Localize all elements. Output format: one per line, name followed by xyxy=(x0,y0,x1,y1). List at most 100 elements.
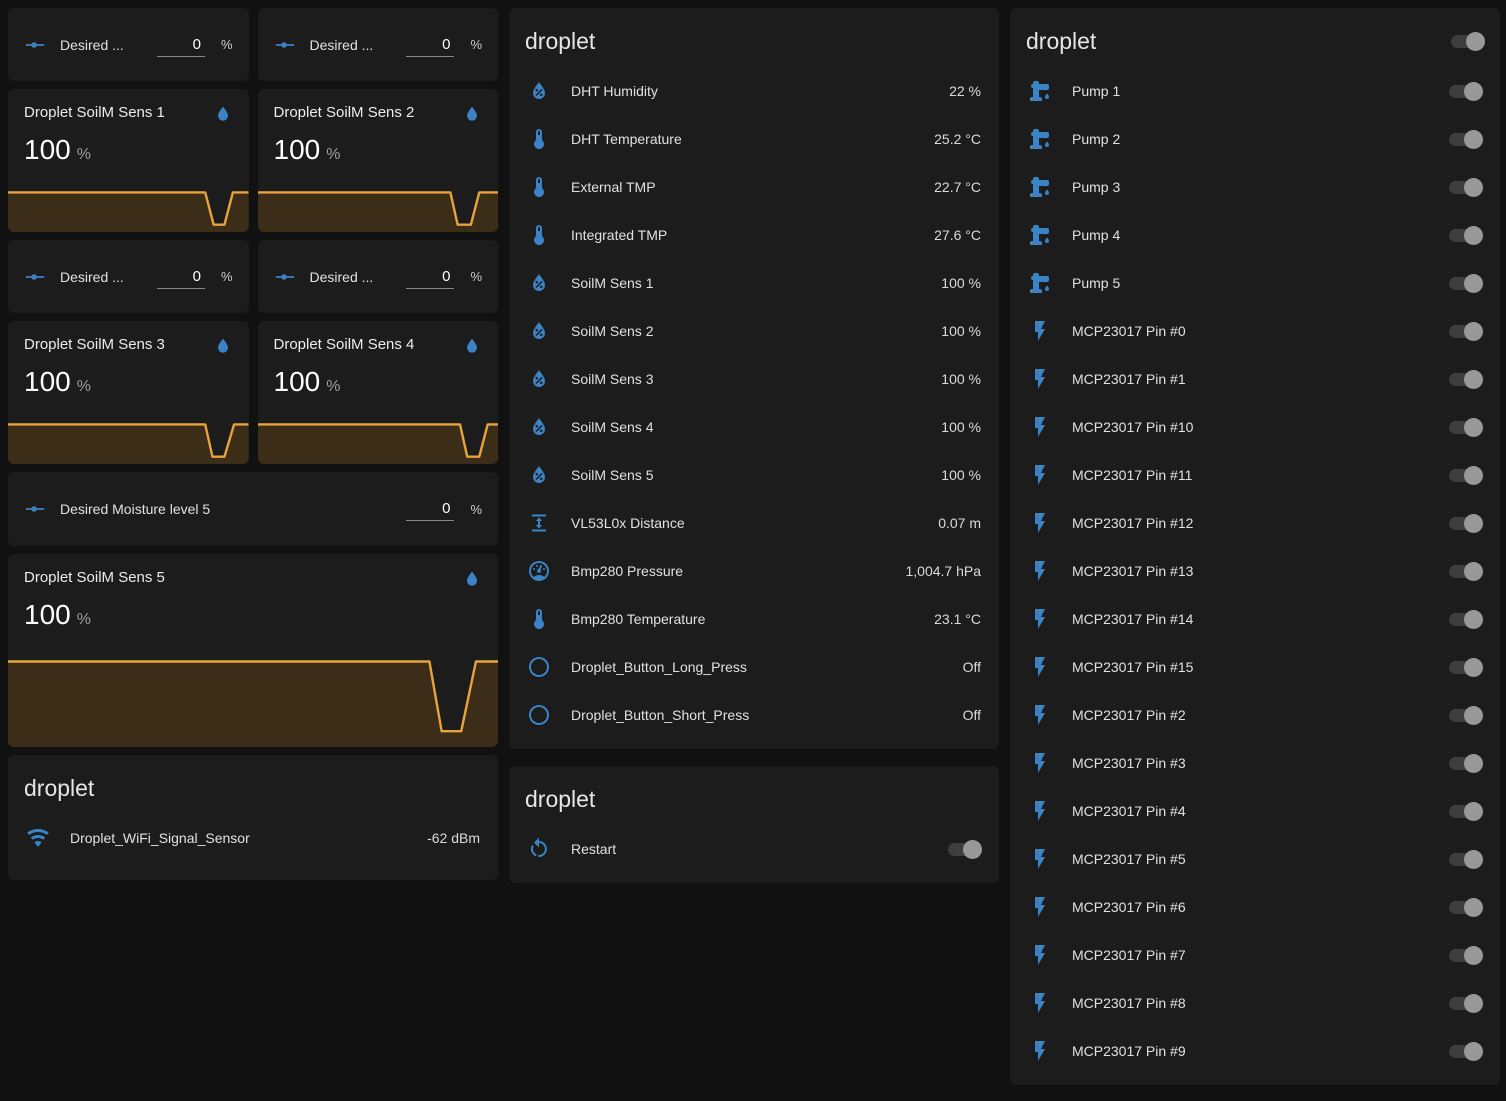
entity-row[interactable]: DHT Humidity22 % xyxy=(509,67,999,115)
entity-row[interactable]: MCP23017 Pin #10 xyxy=(1010,403,1500,451)
entity-name: Bmp280 Pressure xyxy=(571,563,885,579)
entity-row[interactable]: SoilM Sens 1100 % xyxy=(509,259,999,307)
entity-row[interactable]: SoilM Sens 3100 % xyxy=(509,355,999,403)
history-sparkline xyxy=(8,420,249,464)
toggle-switch[interactable] xyxy=(1449,709,1482,722)
entity-row[interactable]: Pump 2 xyxy=(1010,115,1500,163)
entity-row[interactable]: MCP23017 Pin #2 xyxy=(1010,691,1500,739)
toggle-knob xyxy=(1464,514,1483,533)
entity-row[interactable]: SoilM Sens 5100 % xyxy=(509,451,999,499)
toggle-switch[interactable] xyxy=(1449,517,1482,530)
entity-row[interactable]: MCP23017 Pin #1 xyxy=(1010,355,1500,403)
entity-name: MCP23017 Pin #11 xyxy=(1072,467,1429,483)
entity-row[interactable]: MCP23017 Pin #8 xyxy=(1010,979,1500,1027)
entity-row[interactable]: DHT Temperature25.2 °C xyxy=(509,115,999,163)
toggle-switch[interactable] xyxy=(1449,229,1482,242)
entity-row[interactable]: MCP23017 Pin #3 xyxy=(1010,739,1500,787)
entity-row[interactable]: MCP23017 Pin #7 xyxy=(1010,931,1500,979)
entity-row[interactable]: Bmp280 Pressure1,004.7 hPa xyxy=(509,547,999,595)
entity-row[interactable]: Bmp280 Temperature23.1 °C xyxy=(509,595,999,643)
toggle-switch[interactable] xyxy=(1449,421,1482,434)
entity-row[interactable]: Pump 4 xyxy=(1010,211,1500,259)
soil-sensor-card-1[interactable]: Droplet SoilM Sens 1 100 % xyxy=(8,89,249,232)
toggle-switch[interactable] xyxy=(1449,133,1482,146)
thermometer-icon xyxy=(527,127,551,151)
desired-moisture-input-3[interactable] xyxy=(157,265,205,289)
toggle-switch[interactable] xyxy=(1449,469,1482,482)
soil-sensor-card-2[interactable]: Droplet SoilM Sens 2 100 % xyxy=(258,89,499,232)
flash-icon xyxy=(1028,751,1052,775)
entity-row[interactable]: SoilM Sens 2100 % xyxy=(509,307,999,355)
entity-row[interactable]: MCP23017 Pin #11 xyxy=(1010,451,1500,499)
entity-row[interactable]: Pump 5 xyxy=(1010,259,1500,307)
toggle-switch[interactable] xyxy=(1449,661,1482,674)
entity-name: Pump 3 xyxy=(1072,179,1429,195)
entity-row[interactable]: MCP23017 Pin #0 xyxy=(1010,307,1500,355)
sensor-title: Droplet SoilM Sens 5 xyxy=(24,569,165,586)
soil-sensor-card-5[interactable]: Droplet SoilM Sens 5 100 % xyxy=(8,554,498,747)
entity-row[interactable]: Droplet_Button_Short_PressOff xyxy=(509,691,999,739)
toggle-switch[interactable] xyxy=(1449,853,1482,866)
middle-column: droplet DHT Humidity22 %DHT Temperature2… xyxy=(509,8,999,1085)
flash-icon xyxy=(1028,463,1052,487)
desired-moisture-input-4[interactable] xyxy=(406,265,454,289)
entity-row[interactable]: Droplet_WiFi_Signal_Sensor-62 dBm xyxy=(8,814,498,862)
entity-row[interactable]: Pump 1 xyxy=(1010,67,1500,115)
toggle-switch[interactable] xyxy=(1449,373,1482,386)
water-percent-icon xyxy=(527,367,551,391)
toggle-switch[interactable] xyxy=(1449,181,1482,194)
wifi-list: Droplet_WiFi_Signal_Sensor-62 dBm xyxy=(8,814,498,872)
entity-row[interactable]: Integrated TMP27.6 °C xyxy=(509,211,999,259)
entity-row[interactable]: Pump 3 xyxy=(1010,163,1500,211)
entity-row[interactable]: MCP23017 Pin #5 xyxy=(1010,835,1500,883)
water-drop-icon xyxy=(213,336,233,356)
soil-sensor-card-3[interactable]: Droplet SoilM Sens 3 100 % xyxy=(8,321,249,464)
history-sparkline xyxy=(8,652,498,747)
desired-moisture-card-1: Desired ... % xyxy=(8,8,249,81)
entity-row[interactable]: MCP23017 Pin #6 xyxy=(1010,883,1500,931)
toggle-switch[interactable] xyxy=(1449,565,1482,578)
desired-moisture-input-1[interactable] xyxy=(157,33,205,57)
entity-row[interactable]: External TMP22.7 °C xyxy=(509,163,999,211)
entity-row[interactable]: Restart xyxy=(509,825,999,873)
entity-row[interactable]: MCP23017 Pin #13 xyxy=(1010,547,1500,595)
entity-name: DHT Humidity xyxy=(571,83,929,99)
flash-icon xyxy=(1028,415,1052,439)
toggle-switch[interactable] xyxy=(1449,277,1482,290)
desired-moisture-card-4: Desired ... % xyxy=(258,240,499,313)
toggle-switch[interactable] xyxy=(1449,997,1482,1010)
toggle-switch[interactable] xyxy=(1449,85,1482,98)
entity-name: SoilM Sens 1 xyxy=(571,275,921,291)
entity-row[interactable]: MCP23017 Pin #12 xyxy=(1010,499,1500,547)
entity-value: 100 % xyxy=(941,371,981,387)
toggle-switch[interactable] xyxy=(1449,1045,1482,1058)
toggle-switch[interactable] xyxy=(1449,325,1482,338)
entity-row[interactable]: VL53L0x Distance0.07 m xyxy=(509,499,999,547)
desired-moisture-input-2[interactable] xyxy=(406,33,454,57)
entity-row[interactable]: Droplet_Button_Long_PressOff xyxy=(509,643,999,691)
toggle-switch[interactable] xyxy=(1449,949,1482,962)
water-pump-icon xyxy=(1028,175,1052,199)
toggle-switch[interactable] xyxy=(948,843,981,856)
entity-name: MCP23017 Pin #3 xyxy=(1072,755,1429,771)
entity-name: DHT Temperature xyxy=(571,131,914,147)
toggle-all-switch[interactable] xyxy=(1451,35,1484,48)
toggle-switch[interactable] xyxy=(1449,757,1482,770)
soil-sensor-card-4[interactable]: Droplet SoilM Sens 4 100 % xyxy=(258,321,499,464)
entity-row[interactable]: MCP23017 Pin #14 xyxy=(1010,595,1500,643)
toggle-switch[interactable] xyxy=(1449,613,1482,626)
entity-row[interactable]: MCP23017 Pin #15 xyxy=(1010,643,1500,691)
entity-name: MCP23017 Pin #12 xyxy=(1072,515,1429,531)
flash-icon xyxy=(1028,511,1052,535)
desired-moisture-input-5[interactable] xyxy=(406,497,454,521)
desired-moisture-card-5: Desired Moisture level 5 % xyxy=(8,472,498,546)
toggle-switch[interactable] xyxy=(1449,805,1482,818)
ray-vertex-icon xyxy=(24,266,46,288)
ray-vertex-icon xyxy=(274,34,296,56)
history-sparkline xyxy=(258,188,499,232)
entity-row[interactable]: MCP23017 Pin #9 xyxy=(1010,1027,1500,1075)
entity-row[interactable]: MCP23017 Pin #4 xyxy=(1010,787,1500,835)
toggle-knob xyxy=(1464,274,1483,293)
toggle-switch[interactable] xyxy=(1449,901,1482,914)
entity-row[interactable]: SoilM Sens 4100 % xyxy=(509,403,999,451)
